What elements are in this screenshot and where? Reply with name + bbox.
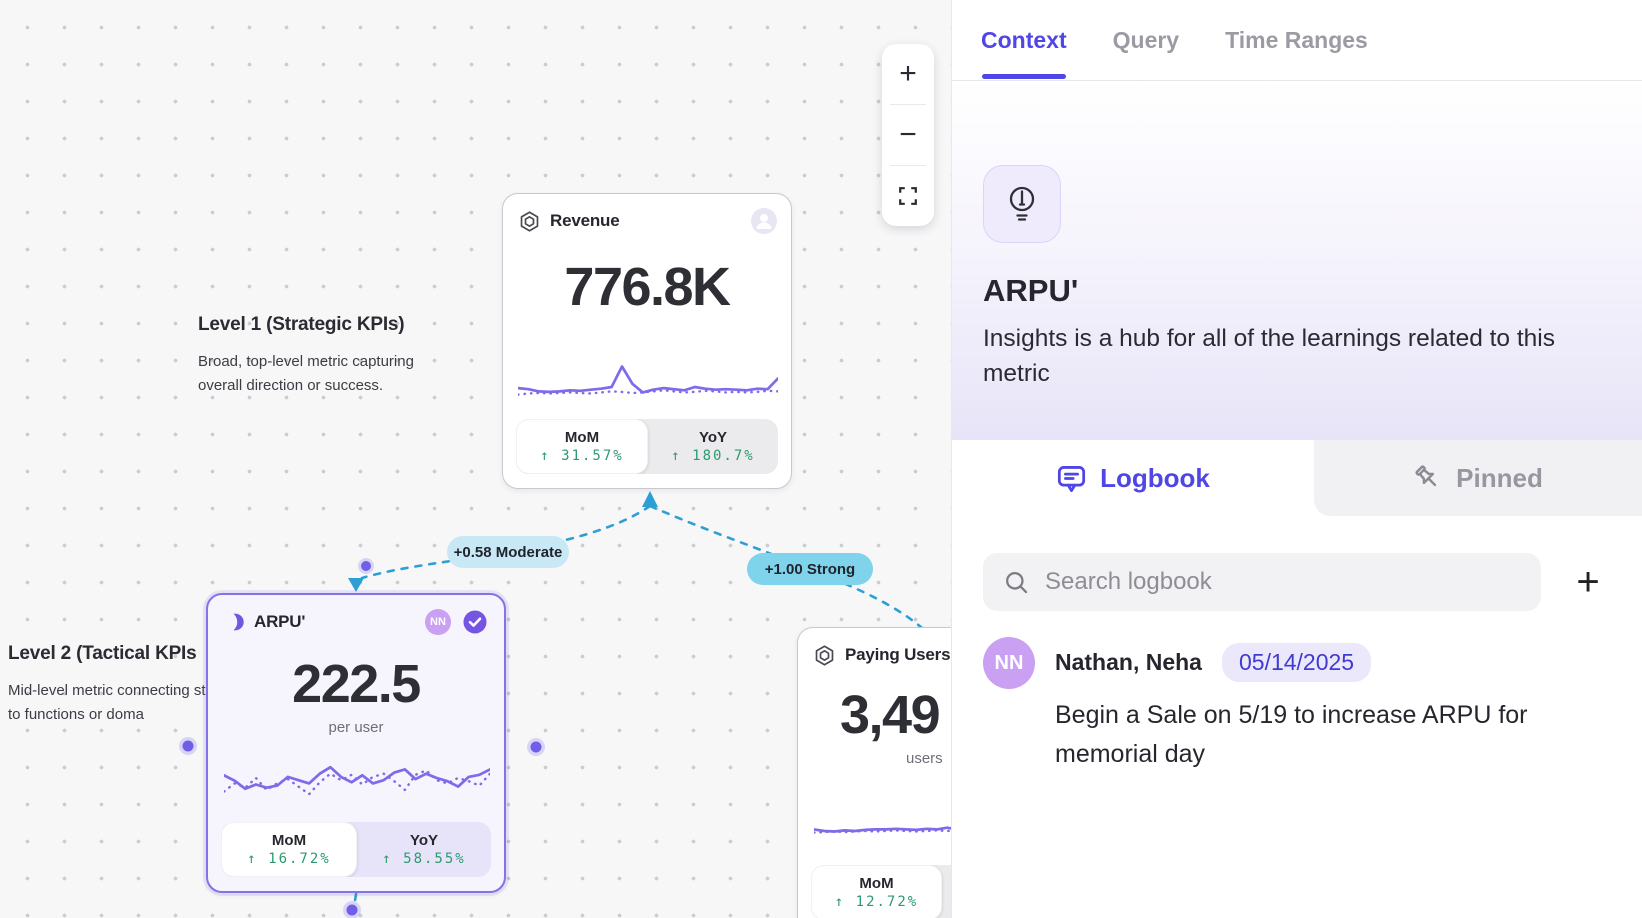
metric-name: ARPU'	[983, 273, 1078, 309]
logbook-search[interactable]	[983, 553, 1541, 611]
person-avatar-icon	[751, 208, 777, 234]
handle-halo	[527, 738, 545, 756]
log-author: Nathan, Neha	[1055, 649, 1202, 676]
card-title: Revenue	[550, 211, 741, 231]
verified-check-icon	[460, 607, 490, 637]
edge-label-moderate[interactable]: +0.58 Moderate	[447, 536, 569, 568]
crescent-metric-icon	[224, 612, 244, 632]
lightbulb-icon	[1002, 183, 1042, 225]
stat-label: YoY	[699, 429, 727, 446]
stat-label: MoM	[272, 832, 306, 849]
metric-tree-canvas[interactable]: Level 1 (Strategic KPIs) Broad, top-leve…	[0, 0, 951, 918]
subtab-label: Pinned	[1456, 463, 1543, 494]
arrowhead-down-arpu	[348, 578, 364, 592]
card-header-arpu: ARPU' NN	[224, 609, 490, 635]
log-date-badge[interactable]: 05/14/2025	[1222, 643, 1371, 682]
arpu-right-handle	[531, 742, 542, 753]
metric-unit: per user	[208, 719, 504, 736]
subtab-pinned[interactable]: Pinned	[1314, 440, 1642, 516]
hexagon-metric-icon	[814, 645, 835, 666]
stat-mom[interactable]: MoM ↑ 12.72%	[811, 865, 942, 918]
metric-card-arpu[interactable]: ARPU' NN 222.5 per user	[206, 593, 506, 893]
level-1-title: Level 1 (Strategic KPIs)	[198, 314, 450, 336]
metric-value: 3,49	[840, 684, 939, 746]
stat-mom[interactable]: MoM ↑ 16.72%	[221, 822, 357, 877]
edge-dot-bottom	[347, 905, 358, 916]
stat-mom[interactable]: MoM ↑ 31.57%	[516, 419, 648, 474]
tab-query[interactable]: Query	[1113, 27, 1179, 54]
arpu-left-handle	[183, 741, 194, 752]
lightbulb-tile	[983, 165, 1061, 243]
edge-dot-halo	[358, 558, 374, 574]
metric-card-revenue[interactable]: Revenue 776.8K MoM ↑ 31.57% YoY	[502, 193, 792, 489]
pin-icon	[1413, 463, 1443, 493]
edge-label-strong[interactable]: +1.00 Strong	[747, 553, 873, 585]
log-entry-body: Nathan, Neha 05/14/2025 Begin a Sale on …	[1055, 637, 1565, 774]
metric-unit: users	[906, 750, 943, 767]
arrowhead-up-revenue	[642, 491, 658, 507]
zoom-in-button[interactable]: +	[882, 44, 934, 104]
handle-halo	[179, 737, 197, 755]
edge-dot	[361, 561, 371, 571]
stat-label: YoY	[410, 832, 438, 849]
level-1-description: Broad, top-level metric capturing overal…	[198, 350, 450, 398]
search-input[interactable]	[1045, 568, 1521, 596]
tab-time-ranges[interactable]: Time Ranges	[1225, 27, 1368, 54]
handle-halo	[343, 901, 361, 918]
subtab-label: Logbook	[1100, 463, 1210, 494]
log-note-text: Begin a Sale on 5/19 to increase ARPU fo…	[1055, 696, 1565, 774]
log-entry[interactable]: NN Nathan, Neha 05/14/2025 Begin a Sale …	[983, 637, 1611, 774]
subtab-logbook[interactable]: Logbook	[952, 440, 1314, 516]
stat-delta: ↑ 180.7%	[671, 448, 754, 464]
sparkline-chart	[224, 747, 490, 809]
search-icon	[1003, 569, 1030, 596]
sparkline-chart	[518, 342, 778, 404]
card-header-revenue: Revenue	[519, 208, 777, 234]
tab-context[interactable]: Context	[981, 27, 1067, 54]
hexagon-metric-icon	[519, 211, 540, 232]
zoom-controls: + −	[882, 44, 934, 226]
logbook-pinned-tabs: Logbook Pinned	[952, 440, 1642, 516]
stat-delta: ↑ 31.57%	[540, 448, 623, 464]
stat-yoy[interactable]: YoY ↑ 180.7%	[648, 419, 778, 474]
add-log-entry-button[interactable]: +	[1565, 559, 1611, 605]
collaborator-badge[interactable]: NN	[425, 609, 451, 635]
stat-delta: ↑ 12.72%	[835, 894, 918, 910]
stat-delta: ↑ 16.72%	[247, 851, 330, 867]
metric-description: Insights is a hub for all of the learnin…	[983, 321, 1561, 391]
avatar: NN	[983, 637, 1035, 689]
fit-view-button[interactable]	[882, 166, 934, 226]
stat-label: MoM	[859, 875, 893, 892]
metric-tree-app: Level 1 (Strategic KPIs) Broad, top-leve…	[0, 0, 1642, 918]
metric-value: 776.8K	[503, 256, 791, 318]
metric-hero: ARPU' Insights is a hub for all of the l…	[952, 81, 1642, 440]
context-panel: Context Query Time Ranges ARPU' Insights…	[951, 0, 1642, 918]
logbook-icon	[1056, 463, 1087, 494]
stats-footer: MoM ↑ 16.72% YoY ↑ 58.55%	[221, 822, 491, 877]
logbook-search-row: +	[983, 553, 1611, 611]
metric-value: 222.5	[208, 653, 504, 715]
card-title: ARPU'	[254, 612, 415, 632]
stats-footer: MoM ↑ 31.57% YoY ↑ 180.7%	[516, 419, 778, 474]
edge-arpu-down	[351, 894, 356, 918]
fit-view-icon	[897, 185, 919, 207]
level-1-label: Level 1 (Strategic KPIs) Broad, top-leve…	[198, 314, 450, 398]
panel-tab-bar: Context Query Time Ranges	[952, 0, 1642, 81]
stat-label: MoM	[565, 429, 599, 446]
stat-delta: ↑ 58.55%	[382, 851, 465, 867]
zoom-out-button[interactable]: −	[882, 105, 934, 165]
stat-yoy[interactable]: YoY ↑ 58.55%	[357, 822, 491, 877]
